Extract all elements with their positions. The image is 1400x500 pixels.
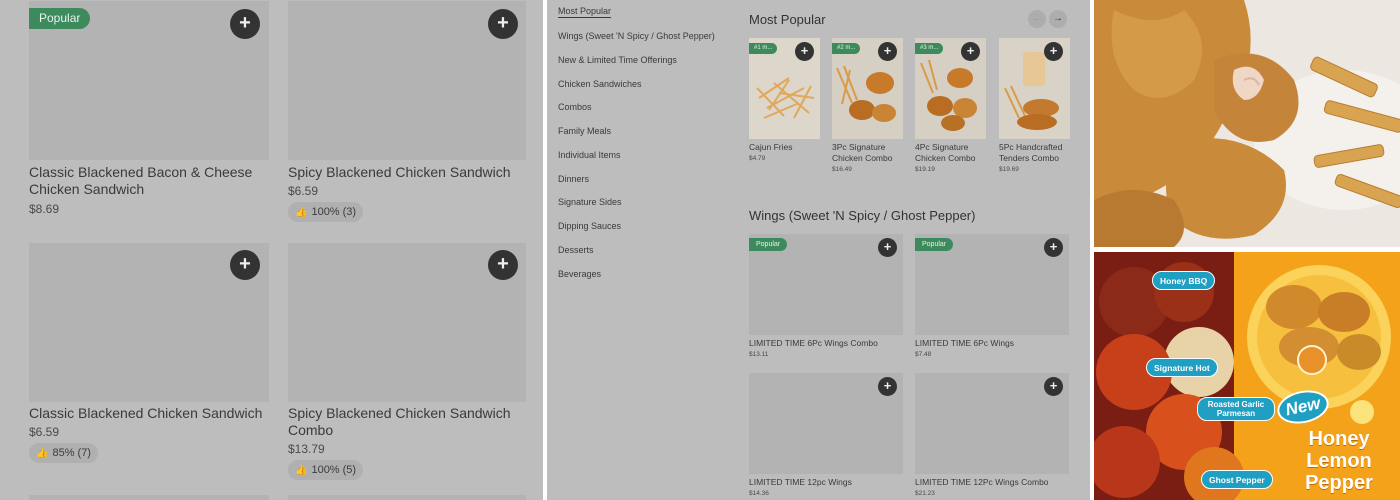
section-title-most-popular: Most Popular — [749, 12, 826, 27]
promo-banner: Honey BBQ Signature Hot Roasted Garlic P… — [1094, 252, 1400, 500]
category-nav-most-popular[interactable]: Most Popular — [558, 6, 612, 18]
add-to-cart-button[interactable]: + — [878, 238, 897, 257]
category-nav-signature-sides[interactable]: Signature Sides — [558, 197, 622, 207]
popular-item-name: Cajun Fries — [749, 142, 793, 152]
store-menu-panel: Most Popular Wings (Sweet 'N Spicy / Gho… — [547, 0, 1090, 500]
menu-item-card[interactable]: Spicy Blackened Chicken Sandwich $6.59 👍… — [288, 1, 528, 231]
category-nav-dinners[interactable]: Dinners — [558, 174, 589, 184]
add-to-cart-button[interactable]: + — [878, 42, 897, 61]
wings-item-price: $21.23 — [915, 490, 935, 497]
popular-item-price: $16.49 — [832, 166, 852, 173]
flavor-label-ghost-pepper: Ghost Pepper — [1201, 470, 1273, 489]
menu-item-card[interactable]: Classic Blackened Chicken Sandwich $6.59… — [29, 243, 269, 473]
add-to-cart-button[interactable]: + — [961, 42, 980, 61]
carousel-next-button[interactable]: → — [1049, 10, 1067, 28]
flavor-label-signature-hot: Signature Hot — [1146, 358, 1218, 377]
rank-badge: #2 m... — [832, 43, 861, 54]
menu-item-name: Spicy Blackened Chicken Sandwich — [288, 164, 511, 180]
category-nav-new-limited[interactable]: New & Limited Time Offerings — [558, 55, 677, 65]
popular-item-price: $4.79 — [749, 155, 766, 162]
popular-item-name: 4Pc Signature Chicken Combo — [915, 142, 976, 163]
add-to-cart-button[interactable]: + — [878, 377, 897, 396]
wings-item-name: LIMITED TIME 6Pc Wings — [915, 338, 1015, 348]
category-nav-dipping-sauces[interactable]: Dipping Sauces — [558, 221, 621, 231]
promo-headline: Honey Lemon Pepper — [1305, 428, 1373, 494]
flavor-label-roasted-garlic-parmesan: Roasted Garlic Parmesan — [1197, 397, 1275, 421]
section-title-wings: Wings (Sweet 'N Spicy / Ghost Pepper) — [749, 208, 976, 223]
rating-badge: 👍 100% (5) — [288, 460, 364, 480]
wings-item-price: $7.48 — [915, 351, 932, 358]
menu-item-name: Classic Blackened Chicken Sandwich — [29, 405, 263, 421]
menu-item-card[interactable]: Classic Blackened Bacon & Cheese Chicken… — [29, 1, 269, 231]
add-to-cart-button[interactable]: + — [1044, 42, 1063, 61]
add-to-cart-button[interactable]: + — [1044, 377, 1063, 396]
add-to-cart-button[interactable]: + — [488, 9, 518, 39]
category-nav-family-meals[interactable]: Family Meals — [558, 126, 611, 136]
rating-value: 100% (3) — [311, 206, 357, 218]
menu-item-image — [29, 495, 269, 500]
category-nav-individual-items[interactable]: Individual Items — [558, 150, 621, 160]
thumbs-up-icon: 👍 — [295, 207, 308, 218]
rank-badge: #1 m... — [749, 43, 778, 54]
menu-item-price: $8.69 — [29, 202, 60, 216]
menu-item-image — [288, 495, 526, 500]
carousel-prev-button[interactable]: ← — [1028, 10, 1046, 28]
wings-item-price: $13.11 — [749, 351, 769, 358]
rank-badge: #3 m... — [915, 43, 944, 54]
wings-item-price: $14.36 — [749, 490, 769, 497]
wings-item-name: LIMITED TIME 6Pc Wings Combo — [749, 338, 878, 348]
add-to-cart-button[interactable]: + — [230, 9, 260, 39]
wings-item-name: LIMITED TIME 12Pc Wings Combo — [915, 477, 1049, 487]
wings-item-name: LIMITED TIME 12pc Wings — [749, 477, 852, 487]
add-to-cart-button[interactable]: + — [488, 250, 518, 280]
add-to-cart-button[interactable]: + — [1044, 238, 1063, 257]
popular-badge: Popular — [749, 238, 788, 251]
popular-item-price: $19.69 — [999, 166, 1019, 173]
menu-item-price: $6.59 — [288, 184, 319, 198]
rating-value: 85% (7) — [52, 447, 91, 459]
menu-item-card[interactable]: Spicy Blackened Chicken Sandwich Combo $… — [288, 243, 528, 483]
popular-item-price: $19.19 — [915, 166, 935, 173]
rating-badge: 👍 85% (7) — [29, 443, 98, 463]
popular-item-name: 3Pc Signature Chicken Combo — [832, 142, 893, 163]
popular-item-name: 5Pc Handcrafted Tenders Combo — [999, 142, 1063, 163]
menu-item-name: Classic Blackened Bacon & Cheese Chicken… — [29, 164, 253, 197]
category-nav-combos[interactable]: Combos — [558, 102, 592, 112]
thumbs-up-icon: 👍 — [36, 448, 49, 459]
add-to-cart-button[interactable]: + — [230, 250, 260, 280]
category-nav-desserts[interactable]: Desserts — [558, 245, 594, 255]
category-nav-chicken-sandwiches[interactable]: Chicken Sandwiches — [558, 79, 642, 89]
popular-badge: Popular — [915, 238, 954, 251]
add-to-cart-button[interactable]: + — [795, 42, 814, 61]
menu-grid-panel: Classic Blackened Bacon & Cheese Chicken… — [0, 0, 543, 500]
category-nav-beverages[interactable]: Beverages — [558, 269, 601, 279]
flavor-label-honey-bbq: Honey BBQ — [1152, 271, 1216, 290]
category-nav-wings[interactable]: Wings (Sweet 'N Spicy / Ghost Pepper) — [558, 31, 715, 41]
fried-chicken-photo — [1094, 0, 1400, 247]
popular-badge: Popular — [29, 8, 91, 29]
thumbs-up-icon: 👍 — [295, 465, 308, 476]
menu-item-price: $13.79 — [288, 442, 325, 456]
fried-chicken-illustration — [1094, 0, 1400, 247]
menu-item-price: $6.59 — [29, 425, 60, 439]
menu-item-name: Spicy Blackened Chicken Sandwich Combo — [288, 405, 511, 438]
rating-value: 100% (5) — [311, 464, 357, 476]
rating-badge: 👍 100% (3) — [288, 202, 364, 222]
